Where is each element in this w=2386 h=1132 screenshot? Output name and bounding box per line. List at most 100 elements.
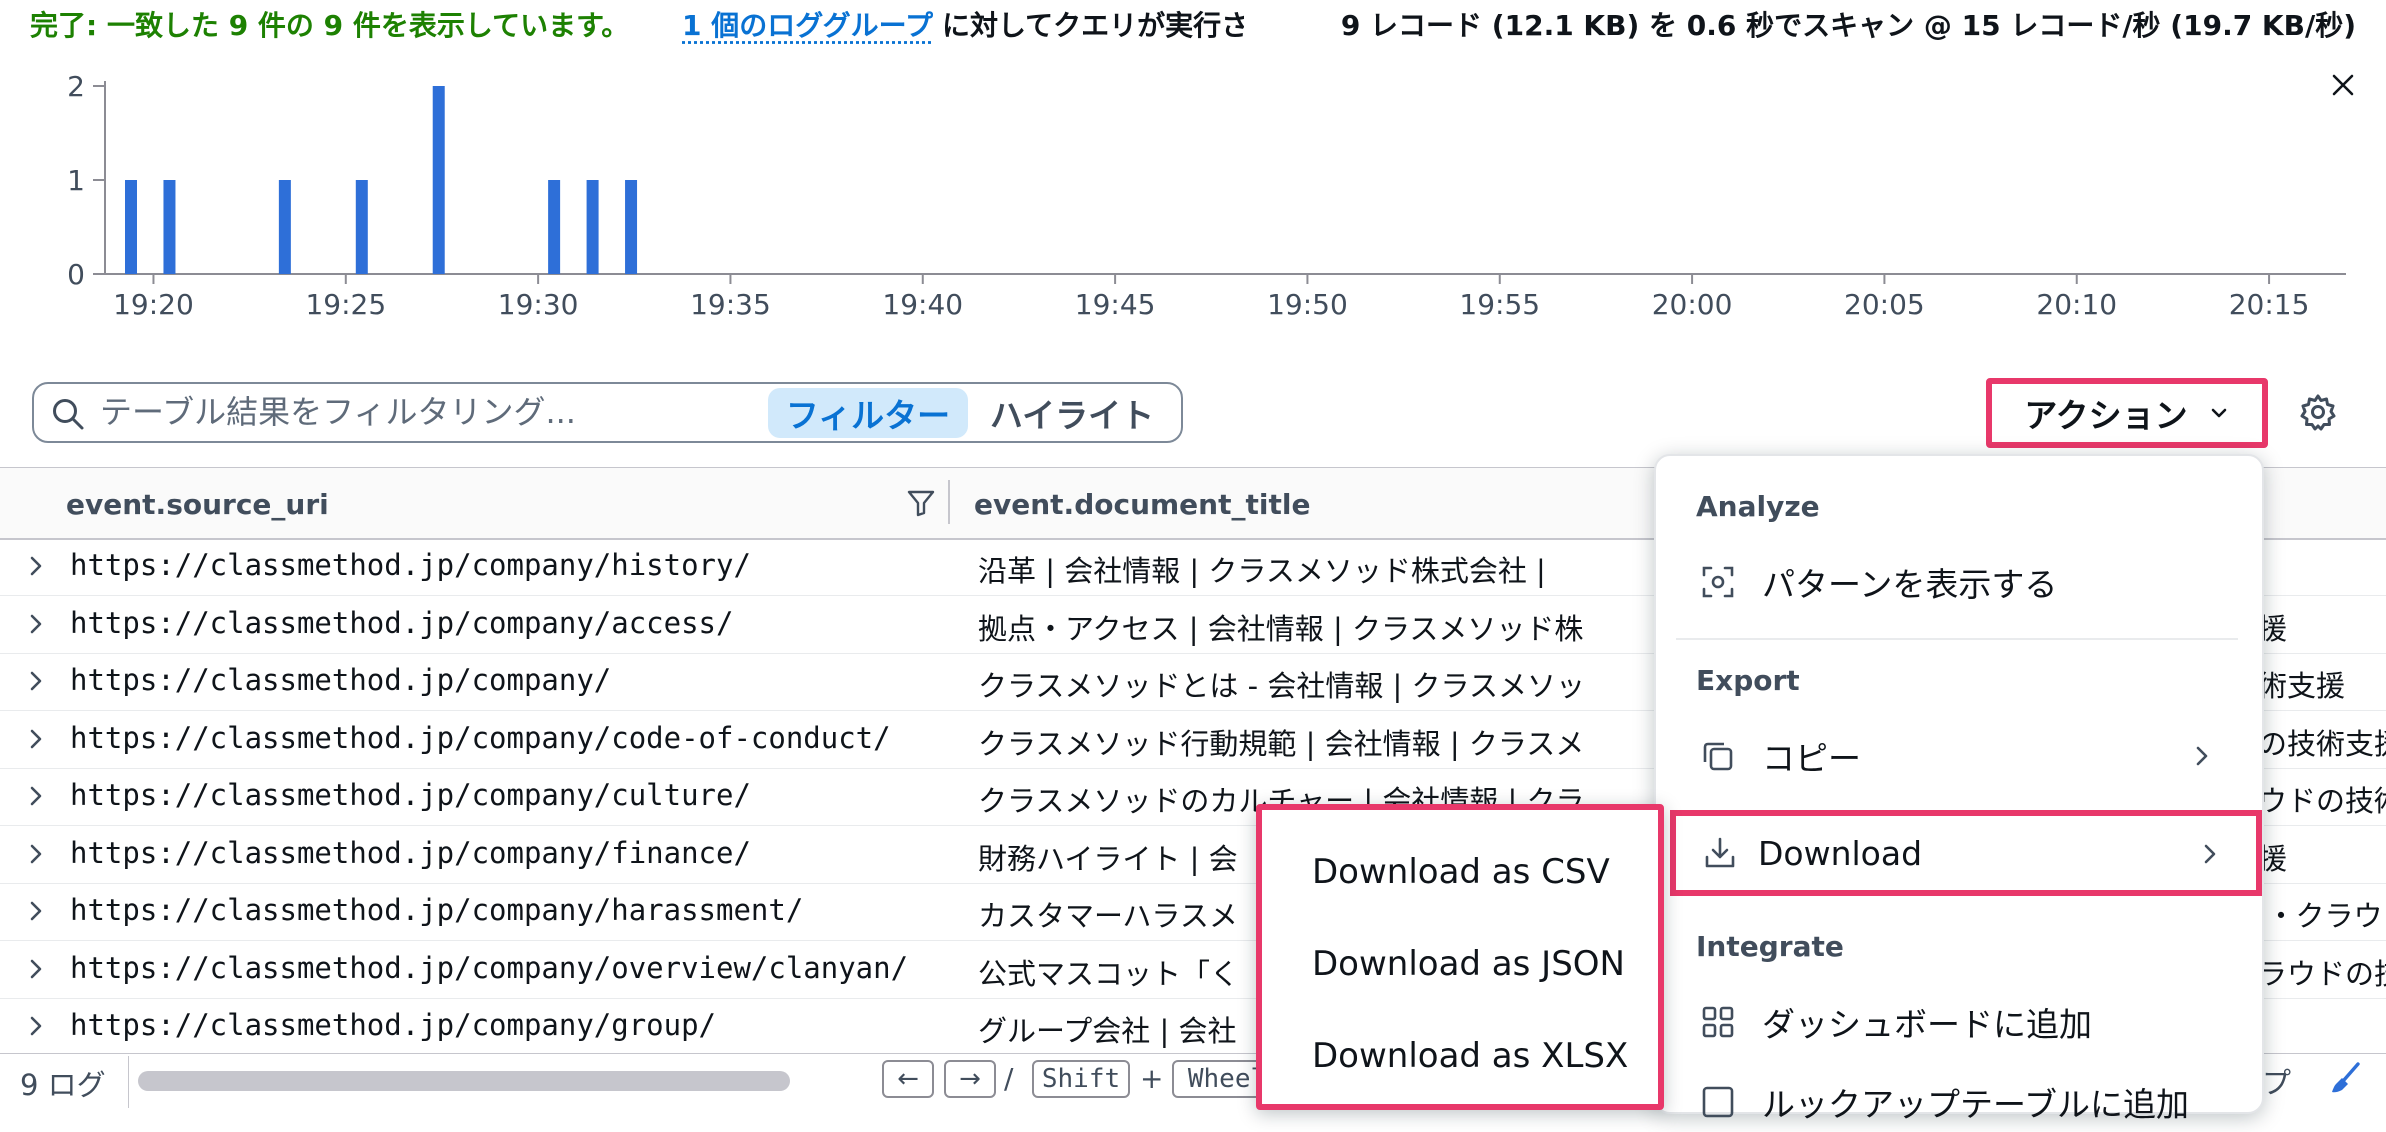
- menu-group-export: Export: [1696, 664, 1800, 697]
- actions-dropdown-button[interactable]: アクション: [1986, 378, 2268, 448]
- x-tick-label: 20:00: [1652, 288, 1733, 321]
- histogram-bar: [125, 180, 137, 274]
- histogram-bar: [548, 180, 561, 274]
- chevron-right-icon: [2204, 844, 2216, 864]
- menu-item-copy[interactable]: コピー: [1700, 726, 2230, 786]
- x-tick-label: 19:30: [498, 288, 579, 321]
- cell-source-uri: https://classmethod.jp/company/history/: [70, 548, 751, 582]
- x-tick-label: 20:10: [2036, 288, 2117, 321]
- cell-overflow: 術支援: [2258, 669, 2346, 703]
- cell-document-title: 拠点・アクセス | 会社情報 | クラスメソッド株: [978, 612, 1584, 646]
- y-tick-label: 2: [67, 70, 85, 103]
- x-tick-label: 19:55: [1459, 288, 1540, 321]
- cell-document-title: 沿革 | 会社情報 | クラスメソッド株式会社 |: [978, 554, 1546, 588]
- log-histogram: 0 1 2 19:20 19:25 19:30 19:35 19:40 19:45 19:50 19…: [67, 70, 2346, 321]
- menu-item-add-dashboard[interactable]: ダッシュボードに追加: [1700, 992, 2230, 1052]
- cell-source-uri: https://classmethod.jp/company/group/: [70, 1008, 717, 1042]
- brush-icon[interactable]: [2328, 1060, 2364, 1096]
- menu-item-show-patterns[interactable]: パターンを表示する: [1700, 552, 2230, 612]
- histogram-bar: [163, 180, 176, 274]
- chevron-right-icon[interactable]: [24, 612, 48, 636]
- chevron-right-icon[interactable]: [24, 957, 48, 981]
- scan-stats: 9 レコード (12.1 KB) を 0.6 秒でスキャン @ 15 レコード/…: [1340, 9, 2356, 42]
- cell-source-uri: https://classmethod.jp/company/access/: [70, 606, 734, 640]
- cell-source-uri: https://classmethod.jp/company/finance/: [70, 836, 751, 870]
- menu-item-label: ルックアップテーブルに追加: [1762, 1085, 2190, 1124]
- horizontal-scrollbar[interactable]: [138, 1071, 790, 1091]
- cell-source-uri: https://classmethod.jp/company/: [70, 663, 612, 697]
- x-tick-label: 19:40: [882, 288, 963, 321]
- histogram-bar: [278, 180, 291, 274]
- key-left-arrow: ←: [882, 1060, 934, 1098]
- download-icon: [1705, 837, 1735, 868]
- lookup-table-icon: [1702, 1086, 1734, 1118]
- query-status-suffix: に対してクエリが実行されました: [942, 9, 1244, 42]
- cell-source-uri: https://classmethod.jp/company/harassmen…: [70, 893, 804, 927]
- copy-icon: [1703, 742, 1733, 771]
- x-tick-label: 19:45: [1075, 288, 1156, 321]
- chevron-right-icon[interactable]: [24, 842, 48, 866]
- x-tick-label: 19:50: [1267, 288, 1348, 321]
- key-separator: /: [1004, 1062, 1014, 1095]
- x-tick-label: 20:15: [2229, 288, 2310, 321]
- search-icon: [53, 399, 84, 430]
- menu-item-download[interactable]: Download: [1670, 810, 2262, 896]
- chevron-right-icon[interactable]: [24, 899, 48, 923]
- highlight-mode-button[interactable]: ハイライト: [972, 388, 1172, 438]
- histogram-bar: [586, 180, 599, 274]
- chevron-right-icon[interactable]: [24, 1014, 48, 1038]
- key-right-arrow: →: [944, 1060, 996, 1098]
- cell-document-title: クラスメソッド行動規範 | 会社情報 | クラスメ: [978, 727, 1585, 761]
- patterns-icon: [1702, 566, 1734, 598]
- log-count: 9 ログ: [20, 1068, 106, 1102]
- filter-mode-button[interactable]: フィルター: [768, 388, 968, 438]
- cell-overflow: ウドの技術: [2258, 784, 2386, 818]
- menu-group-integrate: Integrate: [1696, 930, 1844, 963]
- download-xlsx-option[interactable]: Download as XLSX: [1312, 1036, 1628, 1076]
- histogram-bar: [625, 180, 638, 274]
- column-header-source-uri[interactable]: event.source_uri: [66, 488, 329, 521]
- menu-group-analyze: Analyze: [1696, 490, 1820, 523]
- cell-source-uri: https://classmethod.jp/company/overview/…: [70, 951, 909, 985]
- histogram-bar: [355, 180, 368, 274]
- cell-overflow: I・クラウ: [2258, 899, 2383, 933]
- x-tick-label: 19:35: [690, 288, 771, 321]
- column-resize-handle[interactable]: [948, 480, 950, 524]
- chevron-right-icon[interactable]: [24, 554, 48, 578]
- actions-label: アクション: [2024, 396, 2188, 435]
- menu-item-label: パターンを表示する: [1762, 565, 2058, 604]
- footer-help-text: プ: [2262, 1066, 2292, 1100]
- column-header-document-title[interactable]: event.document_title: [974, 488, 1310, 521]
- chevron-right-icon[interactable]: [24, 727, 48, 751]
- download-csv-option[interactable]: Download as CSV: [1312, 852, 1610, 892]
- key-plus: +: [1140, 1062, 1164, 1095]
- y-tick-label: 0: [67, 258, 85, 291]
- cell-source-uri: https://classmethod.jp/company/code-of-c…: [70, 721, 891, 755]
- filter-icon[interactable]: [906, 488, 936, 518]
- cell-document-title: クラスメソッドとは - 会社情報 | クラスメソッ: [978, 669, 1585, 703]
- histogram-bar: [432, 86, 445, 274]
- cell-overflow: ラウドの技: [2258, 957, 2386, 991]
- chevron-right-icon[interactable]: [24, 784, 48, 808]
- settings-icon[interactable]: [2298, 392, 2338, 432]
- menu-item-label: Download: [1758, 833, 1923, 873]
- dashboard-icon: [1702, 1006, 1734, 1038]
- chevron-down-icon: [2211, 408, 2226, 418]
- query-status: 完了: 一致した 9 件の 9 件を表示しています。: [30, 9, 630, 42]
- log-group-link[interactable]: 1 個のロググループ: [682, 4, 933, 44]
- cell-overflow: 援: [2258, 612, 2288, 646]
- menu-item-add-lookup-table[interactable]: ルックアップテーブルに追加: [1700, 1072, 2230, 1132]
- table-filter-input[interactable]: [100, 384, 740, 440]
- x-tick-label: 19:25: [305, 288, 386, 321]
- menu-item-label: コピー: [1762, 739, 1861, 778]
- chevron-right-icon: [2196, 746, 2208, 766]
- download-json-option[interactable]: Download as JSON: [1312, 944, 1625, 984]
- x-tick-label: 19:20: [113, 288, 194, 321]
- cell-overflow: 援: [2258, 842, 2288, 876]
- cell-source-uri: https://classmethod.jp/company/culture/: [70, 778, 751, 812]
- x-tick-label: 20:05: [1844, 288, 1925, 321]
- chevron-right-icon[interactable]: [24, 669, 48, 693]
- cell-overflow: の技術支援: [2258, 727, 2386, 761]
- footer-divider: [128, 1056, 129, 1108]
- menu-item-label: ダッシュボードに追加: [1762, 1005, 2092, 1044]
